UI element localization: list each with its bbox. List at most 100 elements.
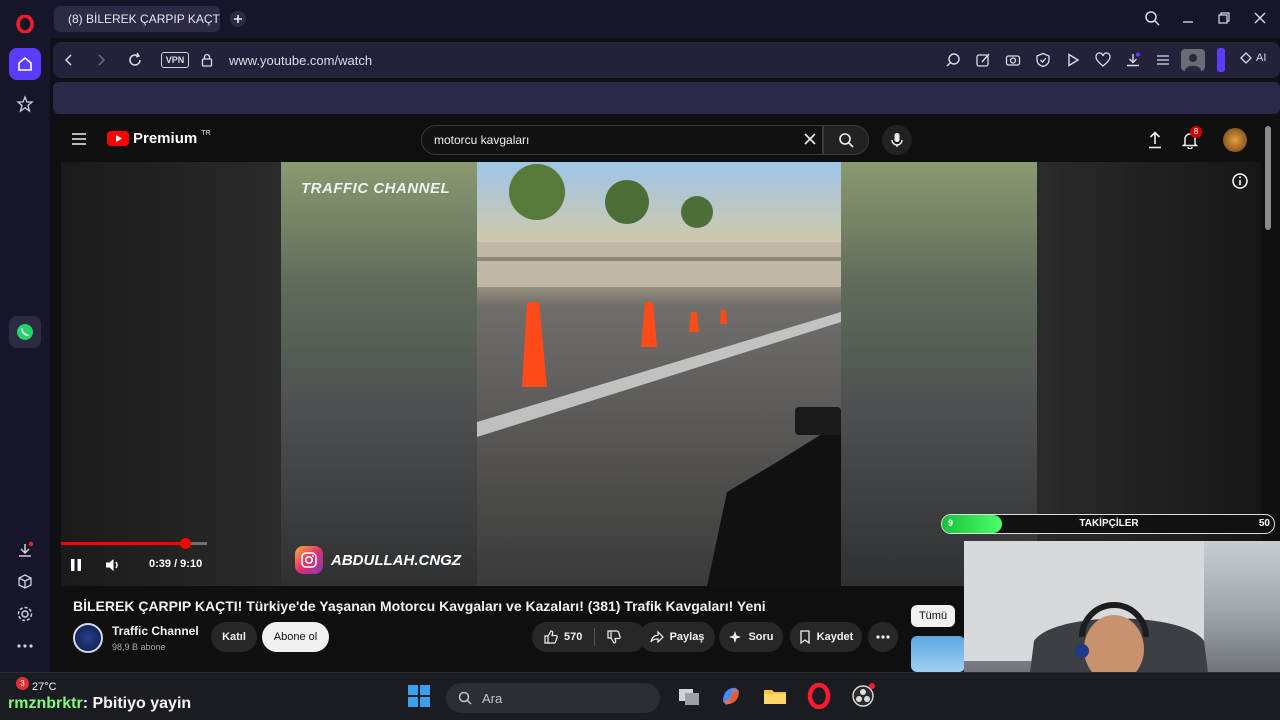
thumbs-up-icon[interactable] xyxy=(544,630,558,644)
upload-icon[interactable] xyxy=(1147,131,1163,149)
like-dislike-group[interactable]: 570 xyxy=(532,622,646,652)
aria-ai-icon xyxy=(1240,52,1252,64)
share-button[interactable]: Paylaş xyxy=(639,622,715,652)
scrollbar-thumb[interactable] xyxy=(1265,126,1271,230)
download-icon[interactable] xyxy=(9,534,41,566)
easy-setup-icon[interactable] xyxy=(1155,52,1171,68)
time-display: 0:39 / 9:10 xyxy=(149,558,203,570)
channel-avatar[interactable] xyxy=(73,623,103,653)
notifications-bell-icon[interactable]: 8 xyxy=(1181,126,1202,149)
shield-check-icon[interactable] xyxy=(1035,52,1051,68)
microphone-icon xyxy=(891,133,903,147)
opera-logo-icon[interactable] xyxy=(9,8,41,40)
more-horizontal-icon xyxy=(876,635,890,639)
progress-fill xyxy=(61,542,185,545)
premium-label: Premium xyxy=(133,130,198,147)
new-tab-plus-icon[interactable] xyxy=(230,11,246,27)
scrubber-handle[interactable] xyxy=(180,538,191,549)
ask-label: Soru xyxy=(748,631,774,643)
more-dots-icon[interactable] xyxy=(9,630,41,662)
channel-name[interactable]: Traffic Channel xyxy=(112,624,199,638)
player-icon[interactable] xyxy=(1065,52,1081,68)
join-button[interactable]: Katıl xyxy=(211,622,257,652)
share-label: Paylaş xyxy=(669,631,705,643)
back-arrow-icon[interactable] xyxy=(61,52,77,68)
save-button[interactable]: Kaydet xyxy=(790,622,862,652)
stream-chat-line: rmznbrktr: Pbitiyo yayin xyxy=(8,695,191,713)
bookmark-icon xyxy=(800,630,810,644)
search-button[interactable] xyxy=(823,125,869,155)
browser-tab[interactable]: (8) BİLEREK ÇARPIP KAÇTI xyxy=(54,6,220,32)
copilot-icon[interactable] xyxy=(718,683,744,709)
close-window-icon[interactable] xyxy=(1252,10,1270,28)
weather-widget[interactable]: 3 27°C xyxy=(16,677,57,693)
edit-icon[interactable] xyxy=(975,52,991,68)
like-divider xyxy=(594,628,596,646)
region-code: TR xyxy=(201,130,211,137)
subscribe-button[interactable]: Abone ol xyxy=(262,622,329,652)
menu-hamburger-icon[interactable] xyxy=(71,132,87,146)
windows-taskbar: 3 27°C rmznbrktr: Pbitiyo yayin Ara xyxy=(0,672,1280,720)
search-input[interactable]: motorcu kavgaları xyxy=(421,125,823,155)
cube-icon[interactable] xyxy=(9,566,41,598)
task-view-icon[interactable] xyxy=(676,683,702,709)
recommended-thumbnail[interactable] xyxy=(911,636,965,672)
home-icon[interactable] xyxy=(9,48,41,80)
profile-avatar[interactable] xyxy=(1181,49,1205,71)
voice-search-button[interactable] xyxy=(882,125,912,155)
filter-chip-all[interactable]: Tümü xyxy=(911,605,955,627)
followers-label: TAKİPÇİLER xyxy=(1079,518,1139,529)
address-bar: VPN www.youtube.com/watch AI xyxy=(53,42,1280,78)
weather-badge: 3 xyxy=(16,677,29,690)
account-avatar[interactable] xyxy=(1223,128,1247,152)
windows-start-icon[interactable] xyxy=(406,683,432,709)
share-arrow-icon xyxy=(649,630,664,644)
streamer-name: rmznbrktr xyxy=(8,695,83,712)
ask-button[interactable]: Soru xyxy=(719,622,783,652)
taskbar-search-icon xyxy=(458,691,472,705)
pause-icon[interactable] xyxy=(69,558,83,572)
forward-arrow-icon[interactable] xyxy=(93,52,109,68)
star-icon[interactable] xyxy=(9,88,41,120)
followers-goal-bar: TAKİPÇİLER 9 50 xyxy=(941,514,1275,534)
video-frame xyxy=(477,162,841,586)
url-text[interactable]: www.youtube.com/watch xyxy=(229,53,372,68)
weather-temp: 27°C xyxy=(32,681,57,693)
file-explorer-icon[interactable] xyxy=(762,683,788,709)
ai-label: AI xyxy=(1256,52,1267,64)
opera-taskbar-icon[interactable] xyxy=(806,683,832,709)
heart-icon[interactable] xyxy=(1095,52,1111,68)
ai-button[interactable]: AI xyxy=(1239,51,1266,65)
minimize-icon[interactable] xyxy=(1180,10,1198,28)
camera-icon[interactable] xyxy=(1005,52,1021,68)
info-icon[interactable] xyxy=(1231,172,1249,190)
youtube-premium-logo[interactable]: Premium TR xyxy=(107,130,211,147)
bookmarks-bar xyxy=(53,82,1280,114)
sidebar-accent-bar xyxy=(1217,48,1225,72)
progress-bar[interactable] xyxy=(61,538,207,549)
subscriber-count: 98,9 B abone xyxy=(112,642,166,652)
volume-icon[interactable] xyxy=(105,558,121,572)
taskbar-search[interactable]: Ara xyxy=(446,683,660,713)
more-actions-button[interactable] xyxy=(868,622,898,652)
sparkle-icon xyxy=(729,631,742,643)
lock-icon[interactable] xyxy=(199,52,215,68)
restore-icon[interactable] xyxy=(1216,10,1234,28)
settings-gear-icon[interactable] xyxy=(9,598,41,630)
vpn-badge[interactable]: VPN xyxy=(161,52,189,68)
downloads-icon[interactable] xyxy=(1125,52,1141,68)
search-tabs-icon[interactable] xyxy=(1144,10,1162,28)
clear-search-icon[interactable] xyxy=(803,132,817,146)
thumbs-down-icon[interactable] xyxy=(607,630,622,644)
stream-message: : Pbitiyo yayin xyxy=(82,695,192,712)
reload-icon[interactable] xyxy=(127,52,143,68)
page-search-icon[interactable] xyxy=(945,52,961,68)
like-count: 570 xyxy=(564,631,583,643)
taskbar-search-placeholder: Ara xyxy=(482,690,503,706)
opera-sidebar xyxy=(0,0,50,672)
notification-count-badge: 8 xyxy=(1190,126,1202,138)
obs-icon[interactable] xyxy=(850,683,876,709)
search-icon xyxy=(839,133,854,148)
instagram-icon xyxy=(295,546,323,574)
whatsapp-icon[interactable] xyxy=(9,316,41,348)
